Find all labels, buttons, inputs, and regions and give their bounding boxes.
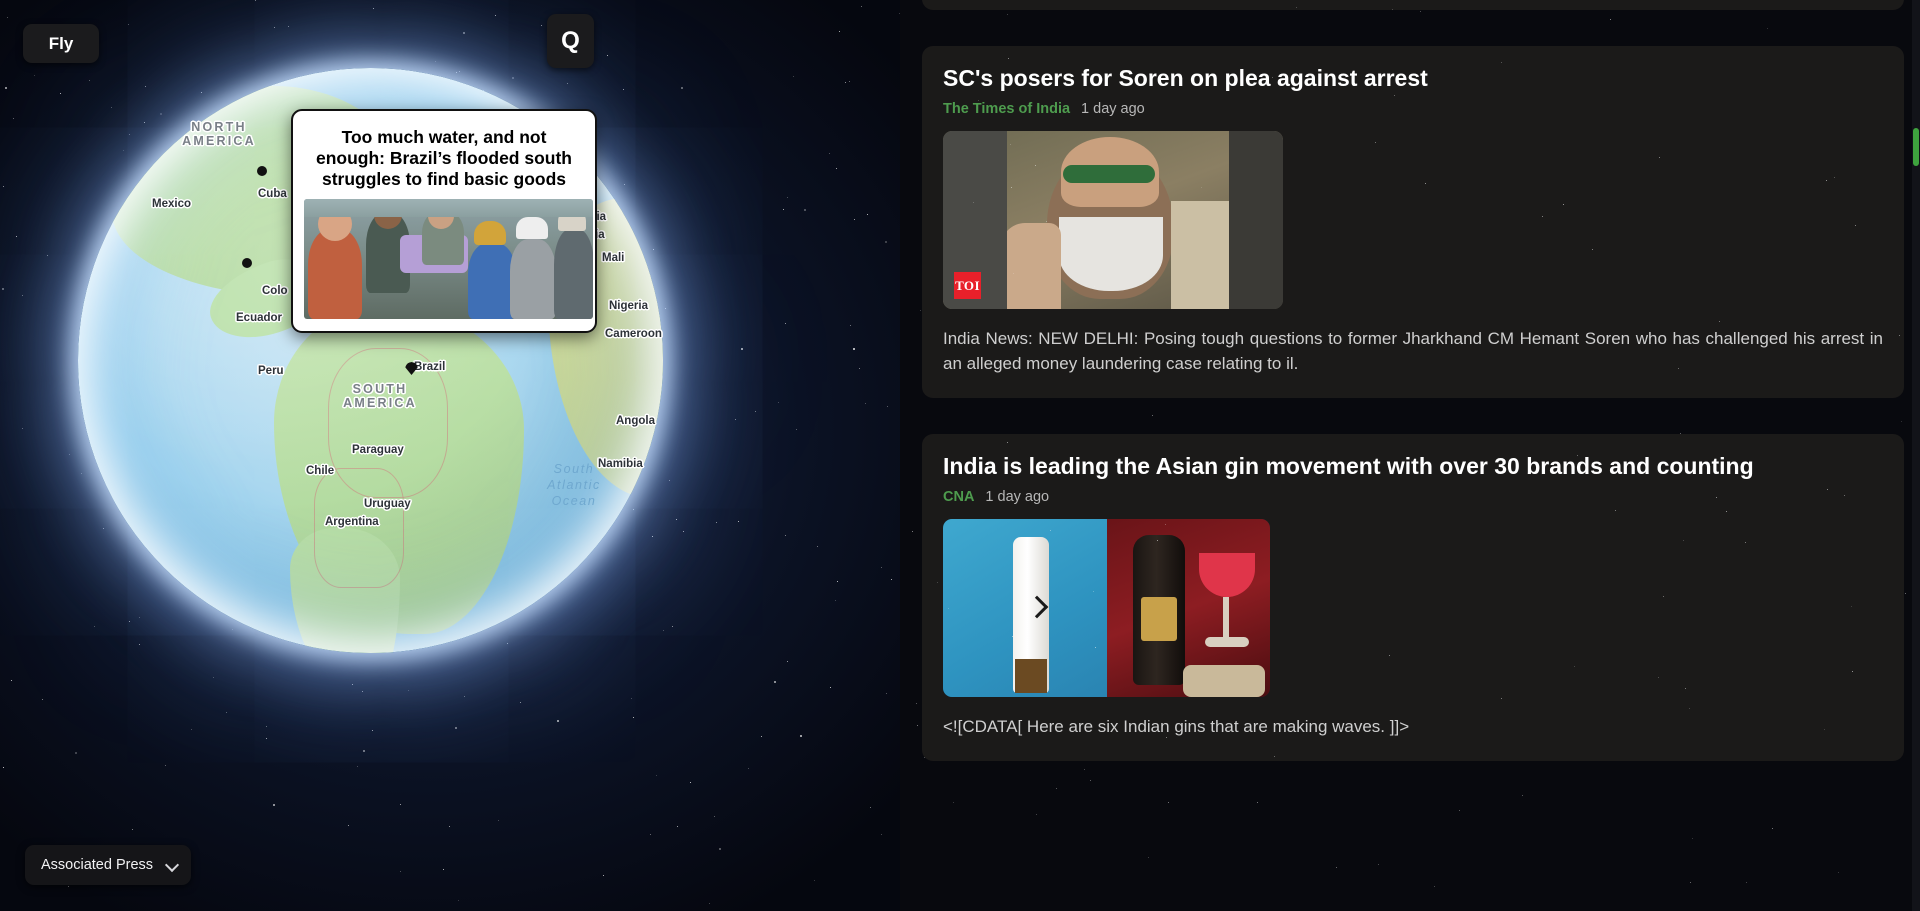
news-title[interactable]: India is leading the Asian gin movement … (943, 452, 1883, 480)
map-label-chile: Chile (306, 465, 335, 477)
country-border (314, 468, 404, 588)
map-label-cuba: Cuba (258, 188, 287, 200)
news-source: The Times of India (943, 101, 1071, 117)
map-label-ecuador: Ecuador (236, 312, 283, 324)
news-description: <![CDATA[ Here are six Indian gins that … (943, 717, 1410, 736)
news-timestamp: 1 day ago (985, 489, 1050, 505)
map-label-mali: Mali (602, 252, 625, 264)
fly-button[interactable]: Fly (23, 24, 99, 63)
news-source: CNA (943, 489, 975, 505)
map-label-nigeria: Nigeria (609, 300, 648, 312)
news-feed-panel[interactable]: SC's posers for Soren on plea against ar… (900, 0, 1920, 911)
news-card[interactable]: SC's posers for Soren on plea against ar… (922, 46, 1904, 398)
news-card[interactable] (922, 0, 1904, 10)
map-popup-title: Too much water, and not enough: Brazil’s… (315, 127, 572, 189)
map-label-peru: Peru (258, 365, 284, 377)
map-label-angola: Angola (616, 415, 655, 427)
map-label-colombia: Colo (262, 285, 288, 297)
news-thumbnail[interactable] (943, 519, 1270, 697)
globe-map-pane[interactable]: NORTH AMERICA Mexico Cuba Colo Ecuador P… (0, 0, 900, 911)
toi-logo-icon: TOI (954, 272, 981, 299)
source-select-value: Associated Press (41, 857, 154, 873)
map-label-north-america: NORTH AMERICA (182, 120, 256, 148)
news-meta: CNA 1 day ago (943, 489, 1883, 505)
chevron-right-icon[interactable] (1029, 593, 1046, 623)
app-root: NORTH AMERICA Mexico Cuba Colo Ecuador P… (0, 0, 1920, 911)
q-button[interactable]: Q (547, 14, 594, 68)
news-meta: The Times of India 1 day ago (943, 101, 1883, 117)
map-label-south-atlantic-ocean: South Atlantic Ocean (547, 462, 601, 508)
scrollbar-thumb[interactable] (1913, 128, 1919, 166)
map-label-cameroon: Cameroon (605, 328, 662, 340)
source-select[interactable]: Associated Press (25, 845, 192, 885)
map-marker-dot[interactable] (257, 166, 267, 176)
chevron-down-icon (167, 860, 178, 871)
news-timestamp: 1 day ago (1081, 101, 1145, 117)
map-popup-card[interactable]: Too much water, and not enough: Brazil’s… (291, 109, 597, 333)
map-label-uruguay: Uruguay (364, 498, 411, 510)
map-label-brazil: Brazil (414, 361, 446, 373)
map-label-paraguay: Paraguay (352, 444, 404, 456)
news-card[interactable]: India is leading the Asian gin movement … (922, 434, 1904, 761)
map-label-south-america: SOUTH AMERICA (343, 382, 417, 410)
map-marker-dot[interactable] (242, 258, 252, 268)
news-description: India News: NEW DELHI: Posing tough ques… (943, 329, 1883, 373)
map-label-mexico: Mexico (152, 198, 191, 210)
map-popup-image (304, 199, 593, 319)
news-title[interactable]: SC's posers for Soren on plea against ar… (943, 64, 1883, 92)
news-thumbnail[interactable]: TOI (943, 131, 1283, 309)
map-label-argentina: Argentina (325, 516, 379, 528)
